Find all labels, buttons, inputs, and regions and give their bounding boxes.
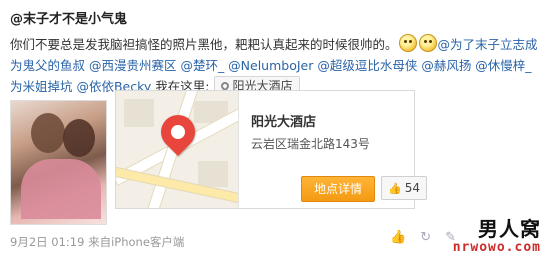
post-body-text: 你们不要总是发我脑袒搞怪的照片黑他，耙耙认真起来的时候很帅的。 [10, 37, 398, 52]
thumbs-up-action-icon[interactable]: 👍 [390, 230, 406, 245]
glare-emoji-icon [398, 34, 417, 52]
post-meta: 9月2日 01:19 来自iPhone客户端 [10, 234, 184, 250]
site-watermark: 男人窝 nrwowo.com [441, 213, 541, 263]
map-thumbnail[interactable] [116, 91, 239, 208]
client-link[interactable]: iPhone客户端 [111, 235, 184, 249]
post-timestamp[interactable]: 9月2日 01:19 [10, 235, 84, 249]
place-name[interactable]: 阳光大酒店 [251, 111, 316, 130]
watermark-domain: nrwowo.com [452, 240, 541, 255]
place-details-button[interactable]: 地点详情 [301, 176, 375, 202]
repost-icon[interactable]: ↻ [420, 230, 431, 245]
place-address: 云岩区瑞金北路143号 [251, 137, 370, 151]
location-card: 阳光大酒店 云岩区瑞金北路143号 地点详情 👍 54 [115, 90, 427, 209]
post-text: 你们不要总是发我脑袒搞怪的照片黑他，耙耙认真起来的时候很帅的。 @为了末子立志成为… [10, 34, 540, 97]
watermark-logo-text: 男人窝 [478, 217, 541, 241]
glare-emoji-icon [418, 34, 437, 52]
post-photo-thumbnail[interactable] [10, 100, 107, 225]
from-label: 来自 [88, 235, 112, 249]
post-author[interactable]: @末子才不是小气鬼 [10, 8, 127, 27]
like-count: 54 [404, 181, 420, 195]
thumbs-up-icon: 👍 [388, 181, 402, 195]
like-button[interactable]: 👍 54 [381, 176, 427, 200]
